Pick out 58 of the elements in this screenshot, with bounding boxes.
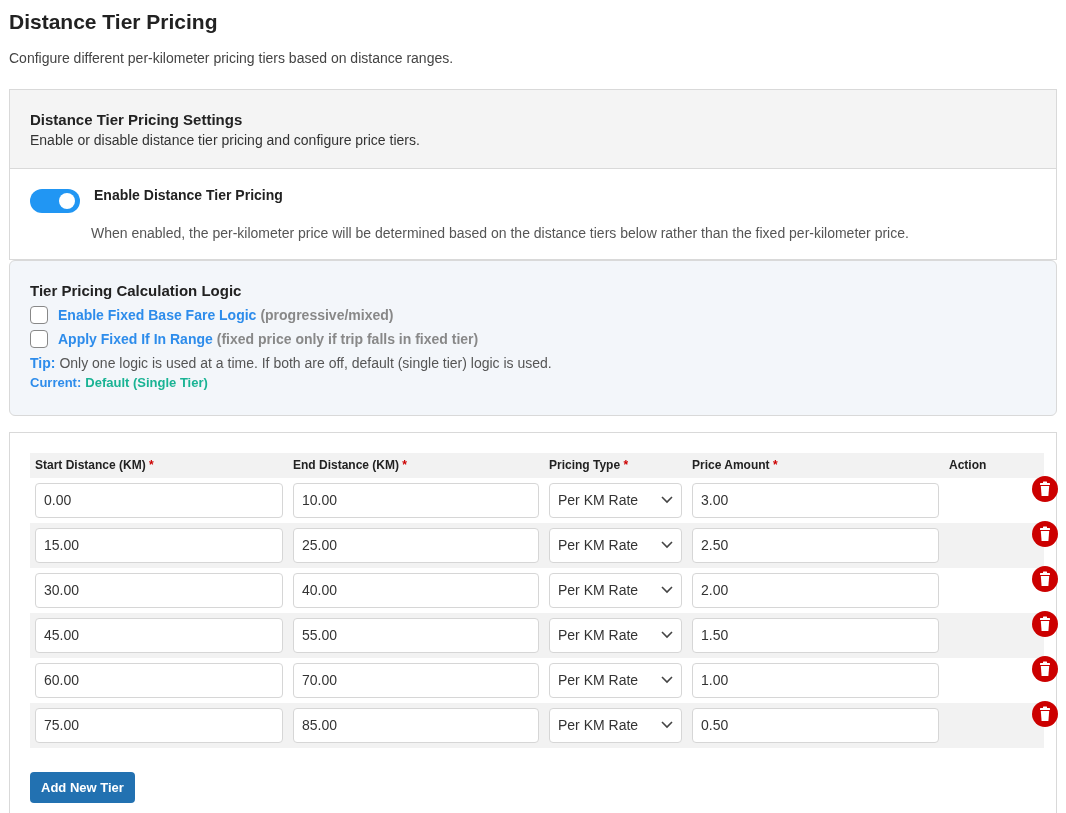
- column-header: Pricing Type *: [544, 452, 687, 478]
- current-label: Current:: [30, 373, 82, 392]
- end-distance-field[interactable]: 55.00: [293, 617, 539, 653]
- page-title: Distance Tier Pricing: [9, 9, 219, 35]
- price-amount-field[interactable]: 0.50: [692, 707, 939, 743]
- end-distance-field[interactable]: 40.00: [293, 572, 539, 608]
- start-distance-field[interactable]: 0.00: [35, 482, 283, 518]
- pricing-type-select[interactable]: Per KM Rate: [549, 572, 682, 608]
- start-distance-field[interactable]: 45.00: [35, 617, 283, 653]
- end-distance-field[interactable]: 10.00: [293, 482, 539, 518]
- price-amount-field[interactable]: 3.00: [692, 482, 939, 518]
- pricing-type-select[interactable]: Per KM Rate: [549, 707, 682, 743]
- column-header: End Distance (KM) *: [288, 452, 544, 478]
- trash-icon[interactable]: [1032, 610, 1058, 637]
- toggle-help: When enabled, the per-kilometer price will be determined based on the distance tiers below rather than the fixed per-kilometer price.: [90, 223, 910, 243]
- column-header: Action: [944, 452, 1044, 478]
- end-distance-field[interactable]: 85.00: [293, 707, 539, 743]
- pricing-type-select[interactable]: Per KM Rate: [549, 662, 682, 698]
- start-distance-field[interactable]: 75.00: [35, 707, 283, 743]
- start-distance-field[interactable]: 30.00: [35, 572, 283, 608]
- logic-title: Tier Pricing Calculation Logic: [30, 280, 243, 301]
- end-distance-field[interactable]: 70.00: [293, 662, 539, 698]
- current-value: Default (Single Tier): [85, 373, 208, 392]
- pricing-type-select[interactable]: Per KM Rate: [549, 482, 682, 518]
- start-distance-field[interactable]: 15.00: [35, 527, 283, 563]
- page-subtitle: Configure different per-kilometer pricing tiers based on distance ranges.: [9, 48, 455, 68]
- end-distance-field[interactable]: 25.00: [293, 527, 539, 563]
- panel-description: Enable or disable distance tier pricing and configure price tiers.: [30, 130, 421, 150]
- column-header: Start Distance (KM) *: [30, 452, 288, 478]
- chevron-down-icon: [661, 631, 673, 639]
- toggle-label: Enable Distance Tier Pricing: [94, 185, 283, 205]
- add-tier-button[interactable]: Add New Tier: [30, 771, 135, 803]
- option-note: (progressive/mixed): [260, 305, 394, 325]
- start-distance-field[interactable]: 60.00: [35, 662, 283, 698]
- trash-icon[interactable]: [1032, 475, 1058, 502]
- price-amount-field[interactable]: 1.00: [692, 662, 939, 698]
- chevron-down-icon: [661, 496, 673, 504]
- trash-icon[interactable]: [1032, 700, 1058, 727]
- checkbox[interactable]: [30, 329, 48, 348]
- price-amount-field[interactable]: 2.00: [692, 572, 939, 608]
- chevron-down-icon: [661, 676, 673, 684]
- trash-icon[interactable]: [1032, 565, 1058, 592]
- chevron-down-icon: [661, 541, 673, 549]
- chevron-down-icon: [661, 721, 673, 729]
- toggle-switch[interactable]: [30, 188, 80, 213]
- column-header: Price Amount *: [687, 452, 944, 478]
- tip-text: Only one logic is used at a time. If both are off, default (single tier) logic is used.: [59, 353, 552, 373]
- trash-icon[interactable]: [1032, 520, 1058, 547]
- price-amount-field[interactable]: 1.50: [692, 617, 939, 653]
- checkbox[interactable]: [30, 305, 48, 324]
- option-note: (fixed price only if trip falls in fixed tier): [216, 329, 479, 349]
- tip-label: Tip:: [30, 353, 56, 373]
- pricing-type-select[interactable]: Per KM Rate: [549, 527, 682, 563]
- price-amount-field[interactable]: 2.50: [692, 527, 939, 563]
- trash-icon[interactable]: [1032, 655, 1058, 682]
- pricing-type-select[interactable]: Per KM Rate: [549, 617, 682, 653]
- chevron-down-icon: [661, 586, 673, 594]
- panel-title: Distance Tier Pricing Settings: [30, 109, 244, 130]
